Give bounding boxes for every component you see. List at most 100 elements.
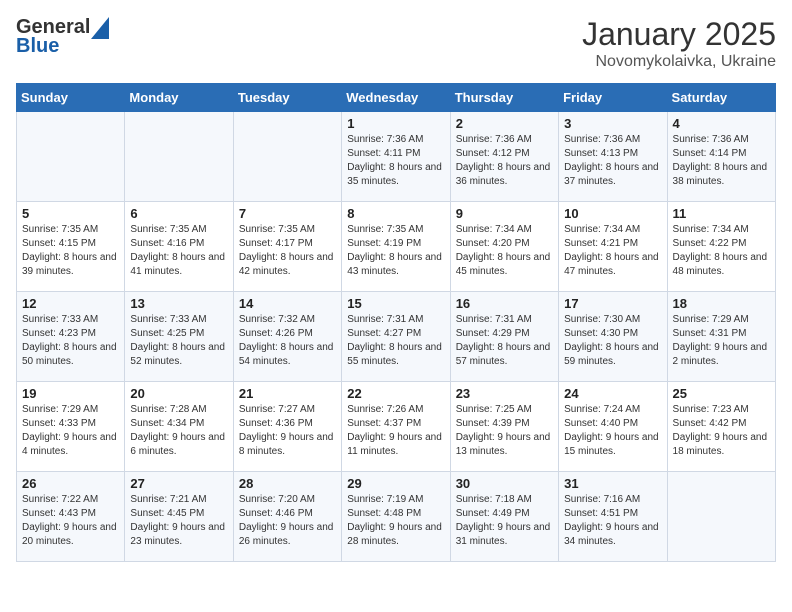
calendar-cell: 26 Sunrise: 7:22 AM Sunset: 4:43 PM Dayli… [17,472,125,562]
day-info: Sunrise: 7:34 AM Sunset: 4:21 PM Dayligh… [564,223,661,279]
calendar-cell: 29Sunrise: 7:19 AM Sunset: 4:48 PM Dayli… [342,472,450,562]
day-info: Sunrise: 7:27 AM Sunset: 4:36 PM Dayligh… [239,403,336,459]
calendar-cell: 25 Sunrise: 7:23 AM Sunset: 4:42 PM Dayli… [667,382,775,472]
page-header: General Blue January 2025 Novomykolaivka… [16,16,776,71]
weekday-header-saturday: Saturday [667,84,775,112]
day-number: 9 [456,206,553,221]
day-number: 17 [564,296,661,311]
day-number: 20 [130,386,227,401]
calendar-cell: 10 Sunrise: 7:34 AM Sunset: 4:21 PM Dayli… [559,202,667,292]
day-number: 5 [22,206,119,221]
calendar-cell: 20 Sunrise: 7:28 AM Sunset: 4:34 PM Dayli… [125,382,233,472]
calendar-week-row: 12 Sunrise: 7:33 AM Sunset: 4:23 PM Dayli… [17,292,776,382]
day-info: Sunrise: 7:33 AM Sunset: 4:23 PM Dayligh… [22,313,119,369]
calendar-cell: 16 Sunrise: 7:31 AM Sunset: 4:29 PM Dayli… [450,292,558,382]
calendar-week-row: 5 Sunrise: 7:35 AM Sunset: 4:15 PM Daylig… [17,202,776,292]
calendar-cell [233,112,341,202]
day-info: Sunrise: 7:29 AM Sunset: 4:33 PM Dayligh… [22,403,119,459]
calendar-cell: 6 Sunrise: 7:35 AM Sunset: 4:16 PM Daylig… [125,202,233,292]
day-number: 30 [456,476,553,491]
weekday-header-friday: Friday [559,84,667,112]
day-info: Sunrise: 7:34 AM Sunset: 4:20 PM Dayligh… [456,223,553,279]
day-number: 28 [239,476,336,491]
calendar-cell: 1 Sunrise: 7:36 AM Sunset: 4:11 PM Daylig… [342,112,450,202]
calendar-cell: 27 Sunrise: 7:21 AM Sunset: 4:45 PM Dayli… [125,472,233,562]
day-info: Sunrise: 7:35 AM Sunset: 4:19 PM Dayligh… [347,223,444,279]
day-info: Sunrise: 7:25 AM Sunset: 4:39 PM Dayligh… [456,403,553,459]
day-number: 13 [130,296,227,311]
day-info: Sunrise: 7:36 AM Sunset: 4:12 PM Dayligh… [456,133,553,189]
day-info: Sunrise: 7:31 AM Sunset: 4:29 PM Dayligh… [456,313,553,369]
day-info: Sunrise: 7:21 AM Sunset: 4:45 PM Dayligh… [130,493,227,549]
day-number: 23 [456,386,553,401]
day-number: 26 [22,476,119,491]
day-info: Sunrise: 7:23 AM Sunset: 4:42 PM Dayligh… [673,403,770,459]
day-number: 29 [347,476,444,491]
calendar-cell [667,472,775,562]
day-number: 6 [130,206,227,221]
calendar-week-row: 26 Sunrise: 7:22 AM Sunset: 4:43 PM Dayli… [17,472,776,562]
day-number: 18 [673,296,770,311]
day-number: 7 [239,206,336,221]
calendar-cell: 3 Sunrise: 7:36 AM Sunset: 4:13 PM Daylig… [559,112,667,202]
day-number: 16 [456,296,553,311]
day-number: 2 [456,116,553,131]
weekday-header-row: SundayMondayTuesdayWednesdayThursdayFrid… [17,84,776,112]
day-info: Sunrise: 7:28 AM Sunset: 4:34 PM Dayligh… [130,403,227,459]
day-info: Sunrise: 7:35 AM Sunset: 4:16 PM Dayligh… [130,223,227,279]
day-number: 3 [564,116,661,131]
day-info: Sunrise: 7:30 AM Sunset: 4:30 PM Dayligh… [564,313,661,369]
calendar-cell: 13Sunrise: 7:33 AM Sunset: 4:25 PM Dayli… [125,292,233,382]
weekday-header-sunday: Sunday [17,84,125,112]
day-number: 21 [239,386,336,401]
day-number: 27 [130,476,227,491]
calendar-cell: 30 Sunrise: 7:18 AM Sunset: 4:49 PM Dayli… [450,472,558,562]
calendar-cell: 21 Sunrise: 7:27 AM Sunset: 4:36 PM Dayli… [233,382,341,472]
calendar-cell: 8 Sunrise: 7:35 AM Sunset: 4:19 PM Daylig… [342,202,450,292]
day-number: 25 [673,386,770,401]
calendar-week-row: 1 Sunrise: 7:36 AM Sunset: 4:11 PM Daylig… [17,112,776,202]
day-info: Sunrise: 7:24 AM Sunset: 4:40 PM Dayligh… [564,403,661,459]
day-number: 4 [673,116,770,131]
day-info: Sunrise: 7:35 AM Sunset: 4:15 PM Dayligh… [22,223,119,279]
day-info: Sunrise: 7:20 AM Sunset: 4:46 PM Dayligh… [239,493,336,549]
day-info: Sunrise: 7:36 AM Sunset: 4:13 PM Dayligh… [564,133,661,189]
day-number: 24 [564,386,661,401]
day-info: Sunrise: 7:26 AM Sunset: 4:37 PM Dayligh… [347,403,444,459]
weekday-header-monday: Monday [125,84,233,112]
day-number: 12 [22,296,119,311]
calendar-cell: 7Sunrise: 7:35 AM Sunset: 4:17 PM Daylig… [233,202,341,292]
weekday-header-wednesday: Wednesday [342,84,450,112]
month-title: January 2025 [582,16,776,53]
day-number: 10 [564,206,661,221]
calendar-cell: 18 Sunrise: 7:29 AM Sunset: 4:31 PM Dayli… [667,292,775,382]
day-info: Sunrise: 7:29 AM Sunset: 4:31 PM Dayligh… [673,313,770,369]
calendar-cell: 5 Sunrise: 7:35 AM Sunset: 4:15 PM Daylig… [17,202,125,292]
calendar-cell: 9 Sunrise: 7:34 AM Sunset: 4:20 PM Daylig… [450,202,558,292]
day-number: 19 [22,386,119,401]
day-number: 8 [347,206,444,221]
day-number: 11 [673,206,770,221]
title-block: January 2025 Novomykolaivka, Ukraine [582,16,776,71]
calendar-cell: 24 Sunrise: 7:24 AM Sunset: 4:40 PM Dayli… [559,382,667,472]
calendar-cell: 11Sunrise: 7:34 AM Sunset: 4:22 PM Dayli… [667,202,775,292]
day-info: Sunrise: 7:18 AM Sunset: 4:49 PM Dayligh… [456,493,553,549]
day-info: Sunrise: 7:16 AM Sunset: 4:51 PM Dayligh… [564,493,661,549]
calendar-cell: 23 Sunrise: 7:25 AM Sunset: 4:39 PM Dayli… [450,382,558,472]
day-info: Sunrise: 7:36 AM Sunset: 4:11 PM Dayligh… [347,133,444,189]
calendar-cell [17,112,125,202]
calendar-cell: 28 Sunrise: 7:20 AM Sunset: 4:46 PM Dayli… [233,472,341,562]
day-number: 14 [239,296,336,311]
day-number: 15 [347,296,444,311]
logo: General Blue [16,16,109,58]
calendar-cell: 31 Sunrise: 7:16 AM Sunset: 4:51 PM Dayli… [559,472,667,562]
day-info: Sunrise: 7:22 AM Sunset: 4:43 PM Dayligh… [22,493,119,549]
location-text: Novomykolaivka, Ukraine [582,53,776,71]
day-number: 1 [347,116,444,131]
calendar-cell: 15Sunrise: 7:31 AM Sunset: 4:27 PM Dayli… [342,292,450,382]
calendar-body: 1 Sunrise: 7:36 AM Sunset: 4:11 PM Daylig… [17,112,776,562]
logo-blue-text: Blue [16,35,59,57]
day-number: 31 [564,476,661,491]
calendar-cell: 4Sunrise: 7:36 AM Sunset: 4:14 PM Daylig… [667,112,775,202]
calendar-cell: 2 Sunrise: 7:36 AM Sunset: 4:12 PM Daylig… [450,112,558,202]
